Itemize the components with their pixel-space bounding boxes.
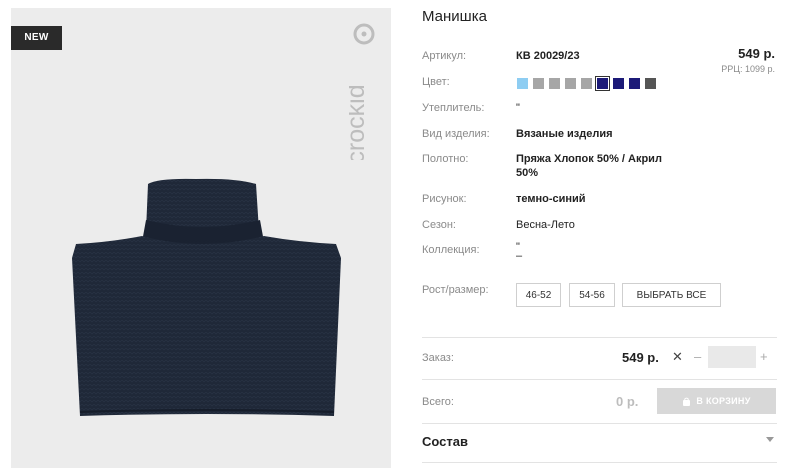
color-swatches — [517, 76, 656, 91]
fabric-value-line1: Пряжа Хлопок 50% / Акрил — [516, 153, 662, 165]
color-swatch[interactable] — [565, 78, 576, 89]
order-price: 549 р. — [622, 350, 659, 365]
pattern-label: Рисунок: — [422, 193, 467, 205]
chevron-down-icon[interactable] — [766, 437, 774, 443]
pattern-value: темно-синий — [516, 193, 586, 205]
season-label: Сезон: — [422, 219, 456, 231]
quantity-input[interactable] — [708, 346, 756, 368]
multiply-icon: ✕ — [672, 349, 683, 364]
divider — [422, 337, 777, 338]
cart-icon — [683, 397, 691, 406]
divider — [422, 462, 777, 463]
product-title: Манишка — [422, 8, 487, 25]
order-label: Заказ: — [422, 352, 454, 364]
size-option-54-56[interactable]: 54-56 — [569, 283, 615, 307]
insulation-value: " — [516, 102, 520, 114]
select-all-sizes-button[interactable]: ВЫБРАТЬ ВСЕ — [622, 283, 721, 307]
add-to-cart-button[interactable]: В КОРЗИНУ — [657, 388, 776, 414]
composition-toggle[interactable]: Состав — [422, 434, 468, 449]
color-swatch[interactable] — [613, 78, 624, 89]
color-swatch[interactable] — [581, 78, 592, 89]
color-label: Цвет: — [422, 76, 450, 88]
collection-value-line2: – — [516, 250, 523, 262]
recommended-price: РРЦ: 1099 р. — [721, 64, 775, 74]
fabric-value-line2: 50% — [516, 167, 539, 179]
product-image-collar — [72, 178, 341, 416]
brand-logo-text: crockid — [349, 84, 370, 160]
total-label: Всего: — [422, 396, 454, 408]
new-badge: NEW — [11, 26, 62, 50]
brand-logo: crockid — [349, 23, 375, 160]
color-swatch[interactable] — [645, 78, 656, 89]
color-swatch[interactable] — [533, 78, 544, 89]
product-photo[interactable]: NEW crockid — [11, 8, 391, 468]
add-to-cart-label: В КОРЗИНУ — [696, 396, 751, 406]
insulation-label: Утеплитель: — [422, 102, 485, 114]
color-swatch[interactable] — [549, 78, 560, 89]
color-swatch[interactable] — [629, 78, 640, 89]
article-value: КВ 20029/23 — [516, 50, 580, 62]
product-price: 549 р. — [738, 46, 775, 61]
divider — [422, 423, 777, 424]
size-label: Рост/размер: — [422, 284, 489, 296]
item-type-label: Вид изделия: — [422, 128, 490, 140]
collection-label: Коллекция: — [422, 244, 480, 256]
size-option-46-52[interactable]: 46-52 — [516, 283, 561, 307]
divider — [422, 379, 777, 380]
fabric-label: Полотно: — [422, 153, 469, 165]
increase-quantity-button[interactable]: + — [760, 349, 768, 364]
total-value: 0 р. — [616, 394, 639, 409]
color-swatch[interactable] — [595, 76, 610, 91]
season-value: Весна-Лето — [516, 219, 575, 231]
article-label: Артикул: — [422, 50, 467, 62]
color-swatch[interactable] — [517, 78, 528, 89]
item-type-value: Вязаные изделия — [516, 128, 613, 140]
decrease-quantity-button[interactable]: – — [694, 349, 701, 364]
